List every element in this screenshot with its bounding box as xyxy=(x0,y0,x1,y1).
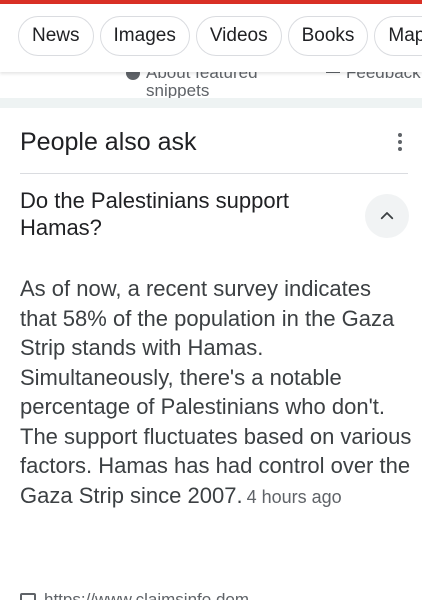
paa-source-url: https://www.claimsinfo.dom... xyxy=(44,590,264,600)
tab-videos[interactable]: Videos xyxy=(195,16,282,56)
filter-tabs-bar: News Images Videos Books Maps xyxy=(0,4,422,72)
paa-source-link[interactable]: https://www.claimsinfo.dom... xyxy=(20,590,263,600)
filter-tabs-row: News Images Videos Books Maps xyxy=(18,16,422,56)
people-also-ask-header: People also ask xyxy=(0,108,422,174)
divider xyxy=(20,173,408,174)
tab-maps[interactable]: Maps xyxy=(374,16,422,56)
section-separator xyxy=(0,98,422,108)
more-vert-icon[interactable] xyxy=(388,130,412,154)
tab-news[interactable]: News xyxy=(18,16,94,56)
link-icon xyxy=(20,593,36,600)
paa-question[interactable]: Do the Palestinians support Hamas? xyxy=(20,187,350,241)
paa-answer-text: As of now, a recent survey indicates tha… xyxy=(20,276,412,508)
chevron-up-icon xyxy=(380,212,394,220)
paa-answer-timestamp: 4 hours ago xyxy=(246,486,342,507)
tab-images[interactable]: Images xyxy=(99,16,190,56)
collapse-question-button[interactable] xyxy=(365,194,409,238)
tab-books[interactable]: Books xyxy=(287,16,369,56)
paa-answer: As of now, a recent survey indicates tha… xyxy=(20,274,412,512)
people-also-ask-heading: People also ask xyxy=(20,128,197,156)
search-results-page: News Images Videos Books Maps About feat… xyxy=(0,0,422,600)
